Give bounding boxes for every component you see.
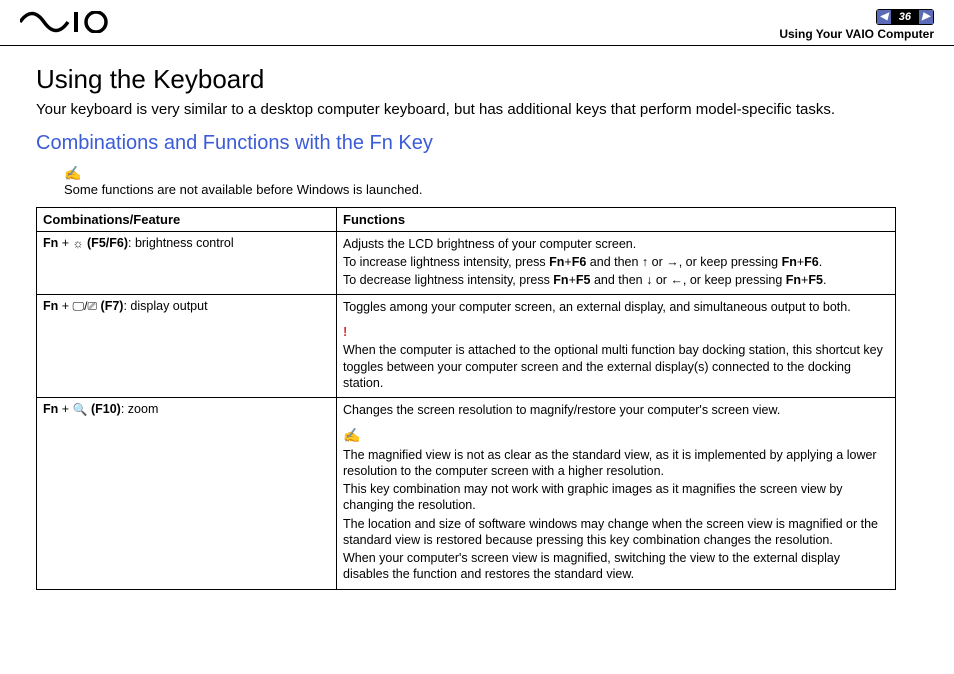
- combo-cell: Fn + 🖵/⎚ (F7): display output: [37, 295, 337, 398]
- vaio-logo: [20, 11, 120, 38]
- header-right: ◀ 36 ▶ Using Your VAIO Computer: [779, 8, 934, 41]
- nav-prev-icon[interactable]: ◀: [877, 10, 891, 24]
- page-title: Using the Keyboard: [36, 64, 918, 95]
- func-line: To decrease lightness intensity, press F…: [343, 272, 889, 288]
- note-icon: ✍: [64, 165, 81, 181]
- page-nav: ◀ 36 ▶: [876, 9, 934, 25]
- table-row: Fn + 🔍 (F10): zoom Changes the screen re…: [37, 398, 896, 590]
- table-header-row: Combinations/Feature Functions: [37, 207, 896, 231]
- warning-icon: !: [343, 324, 347, 339]
- page-number: 36: [893, 11, 917, 23]
- content: Using the Keyboard Your keyboard is very…: [0, 46, 954, 600]
- func-line: When your computer's screen view is magn…: [343, 550, 889, 583]
- fn-table: Combinations/Feature Functions Fn + ☼ (F…: [36, 207, 896, 590]
- intro-text: Your keyboard is very similar to a deskt…: [36, 101, 918, 118]
- func-line: The location and size of software window…: [343, 516, 889, 549]
- func-line: Changes the screen resolution to magnify…: [343, 402, 889, 418]
- display-icon: 🖵/⎚: [73, 299, 98, 313]
- func-line: Adjusts the LCD brightness of your compu…: [343, 236, 889, 252]
- page-header: ◀ 36 ▶ Using Your VAIO Computer: [0, 0, 954, 46]
- note-text: Some functions are not available before …: [64, 182, 422, 197]
- func-line: The magnified view is not as clear as th…: [343, 447, 889, 480]
- brightness-icon: ☼: [73, 236, 84, 250]
- func-line: To increase lightness intensity, press F…: [343, 254, 889, 270]
- func-cell: Changes the screen resolution to magnify…: [337, 398, 896, 590]
- table-row: Fn + 🖵/⎚ (F7): display output Toggles am…: [37, 295, 896, 398]
- note-block: ✍ Some functions are not available befor…: [64, 165, 918, 197]
- note-icon: ✍: [343, 427, 360, 443]
- func-line: When the computer is attached to the opt…: [343, 342, 889, 391]
- zoom-icon: 🔍: [73, 403, 88, 417]
- table-row: Fn + ☼ (F5/F6): brightness control Adjus…: [37, 231, 896, 295]
- col2-header: Functions: [337, 207, 896, 231]
- func-line: Toggles among your computer screen, an e…: [343, 299, 889, 315]
- breadcrumb: Using Your VAIO Computer: [779, 27, 934, 41]
- combo-cell: Fn + ☼ (F5/F6): brightness control: [37, 231, 337, 295]
- func-cell: Toggles among your computer screen, an e…: [337, 295, 896, 398]
- nav-next-icon[interactable]: ▶: [919, 10, 933, 24]
- func-cell: Adjusts the LCD brightness of your compu…: [337, 231, 896, 295]
- col1-header: Combinations/Feature: [37, 207, 337, 231]
- combo-cell: Fn + 🔍 (F10): zoom: [37, 398, 337, 590]
- subheading: Combinations and Functions with the Fn K…: [36, 132, 918, 155]
- func-line: This key combination may not work with g…: [343, 481, 889, 514]
